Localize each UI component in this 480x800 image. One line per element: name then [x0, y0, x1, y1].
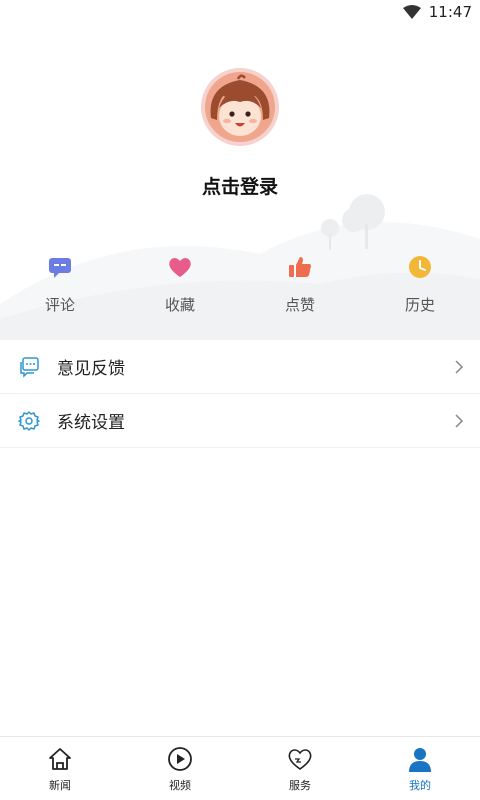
- nav-tab-news[interactable]: 新闻: [0, 737, 120, 800]
- thumbs-up-icon: [289, 257, 311, 277]
- bottom-navigation: 新闻 视频 服务 我的: [0, 736, 480, 800]
- login-button[interactable]: 点击登录: [0, 172, 480, 199]
- status-time: 11:47: [428, 3, 472, 21]
- chevron-right-icon: [454, 413, 464, 429]
- menu-item-label: 意见反馈: [57, 359, 125, 379]
- menu-item-feedback[interactable]: 意见反馈: [0, 340, 480, 394]
- home-icon: [46, 745, 74, 773]
- user-icon: [406, 745, 434, 773]
- quick-action-label: 收藏: [164, 296, 195, 314]
- avatar-girl-icon: [205, 72, 275, 142]
- nav-tab-video[interactable]: 视频: [120, 737, 240, 800]
- nav-label: 视频: [169, 779, 191, 792]
- quick-action-favorites[interactable]: 收藏: [120, 254, 240, 324]
- nav-label: 服务: [289, 779, 311, 792]
- play-icon: [166, 745, 194, 773]
- quick-action-likes[interactable]: 点赞: [240, 254, 360, 324]
- settings-menu: 意见反馈 系统设置: [0, 340, 480, 448]
- quick-action-comments[interactable]: 评论: [0, 254, 120, 324]
- section-divider: [0, 332, 480, 340]
- quick-action-history[interactable]: 历史: [360, 254, 480, 324]
- quick-action-label: 历史: [404, 296, 435, 314]
- nav-tab-mine[interactable]: 我的: [360, 737, 480, 800]
- avatar[interactable]: [201, 68, 279, 146]
- status-bar: 11:47: [0, 0, 480, 24]
- nav-label: 我的: [409, 779, 431, 792]
- nav-tab-services[interactable]: 服务: [240, 737, 360, 800]
- wifi-icon: [402, 5, 421, 19]
- heart-icon: [169, 258, 191, 277]
- comment-icon: [49, 258, 71, 278]
- quick-action-label: 点赞: [284, 296, 315, 314]
- profile-header: 点击登录 评论 收藏 点赞 历史: [0, 24, 480, 334]
- nav-label: 新闻: [49, 779, 71, 792]
- clock-icon: [409, 256, 431, 278]
- menu-item-label: 系统设置: [57, 413, 125, 433]
- heart-outline-icon: [286, 745, 314, 773]
- settings-icon: [18, 410, 40, 432]
- quick-action-label: 评论: [44, 296, 75, 314]
- chevron-right-icon: [454, 359, 464, 375]
- menu-item-settings[interactable]: 系统设置: [0, 394, 480, 448]
- feedback-icon: [18, 356, 40, 378]
- quick-actions: 评论 收藏 点赞 历史: [0, 254, 480, 324]
